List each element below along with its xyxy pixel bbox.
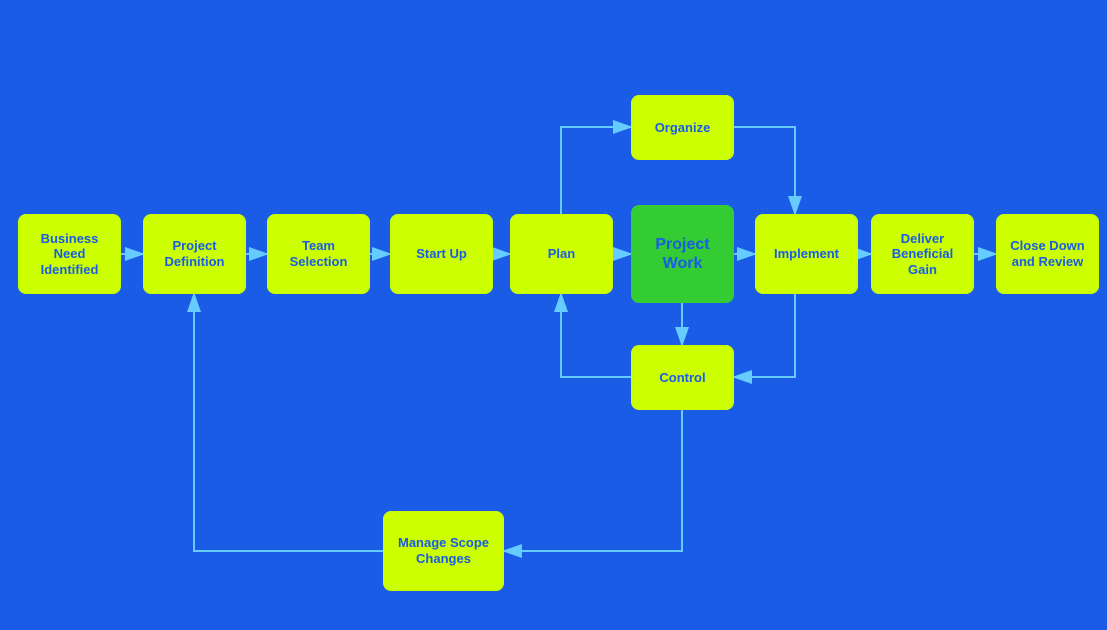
node-organize: Organize	[631, 95, 734, 160]
node-start-up: Start Up	[390, 214, 493, 294]
node-control: Control	[631, 345, 734, 410]
node-project-work: ProjectWork	[631, 205, 734, 303]
node-close-down: Close Downand Review	[996, 214, 1099, 294]
node-plan: Plan	[510, 214, 613, 294]
diagram-container: BusinessNeedIdentified ProjectDefinition…	[0, 0, 1107, 630]
node-team-selection: TeamSelection	[267, 214, 370, 294]
arrows-svg	[0, 0, 1107, 630]
node-manage-scope: Manage ScopeChanges	[383, 511, 504, 591]
node-business-need: BusinessNeedIdentified	[18, 214, 121, 294]
node-project-definition: ProjectDefinition	[143, 214, 246, 294]
node-deliver: DeliverBeneficialGain	[871, 214, 974, 294]
node-implement: Implement	[755, 214, 858, 294]
